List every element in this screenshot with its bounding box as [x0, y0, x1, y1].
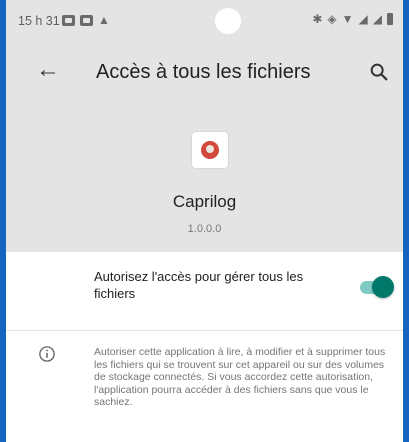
app-header: Caprilog 1.0.0.0 — [6, 102, 403, 252]
info-icon — [39, 346, 55, 362]
warning-triangle-icon: ▲ — [98, 13, 110, 27]
all-files-access-toggle[interactable] — [358, 276, 394, 298]
message-icon — [80, 14, 93, 26]
wifi-icon: ▼ — [341, 12, 354, 26]
system-icons: ✱ ◈ ▼ ◢ ◢ — [312, 12, 393, 26]
back-arrow-icon[interactable]: ← — [36, 56, 60, 84]
app-name: Caprilog — [172, 192, 237, 211]
camera-cutout — [215, 8, 241, 34]
vibrate-icon: ◈ — [327, 12, 337, 26]
signal-icon: ◢ — [372, 12, 382, 26]
bluetooth-icon: ✱ — [312, 12, 323, 26]
info-description: Autoriser cette application à lire, à mo… — [94, 346, 386, 409]
page-title: Accès à tous les fichiers — [96, 61, 311, 83]
app-logo-icon — [192, 132, 228, 168]
message-icon — [62, 14, 75, 26]
battery-icon — [387, 13, 393, 25]
setting-label: Autorisez l'accès pour gérer tous les fi… — [94, 269, 304, 301]
search-icon[interactable] — [368, 61, 390, 83]
status-bar: 15 h 31 ▲ ✱ ◈ ▼ ◢ ◢ — [6, 0, 403, 44]
notification-icons: ▲ — [62, 13, 110, 27]
settings-screen: 15 h 31 ▲ ✱ ◈ ▼ ◢ ◢ ← Accès à tous les f… — [6, 0, 403, 442]
signal-icon: ◢ — [358, 12, 368, 26]
all-files-access-setting[interactable]: Autorisez l'accès pour gérer tous les fi… — [6, 252, 403, 331]
app-bar: ← Accès à tous les fichiers — [6, 44, 403, 102]
info-section: Autoriser cette application à lire, à mo… — [6, 331, 403, 442]
app-version: 1.0.0.0 — [187, 223, 222, 235]
status-time: 15 h 31 — [18, 14, 60, 28]
